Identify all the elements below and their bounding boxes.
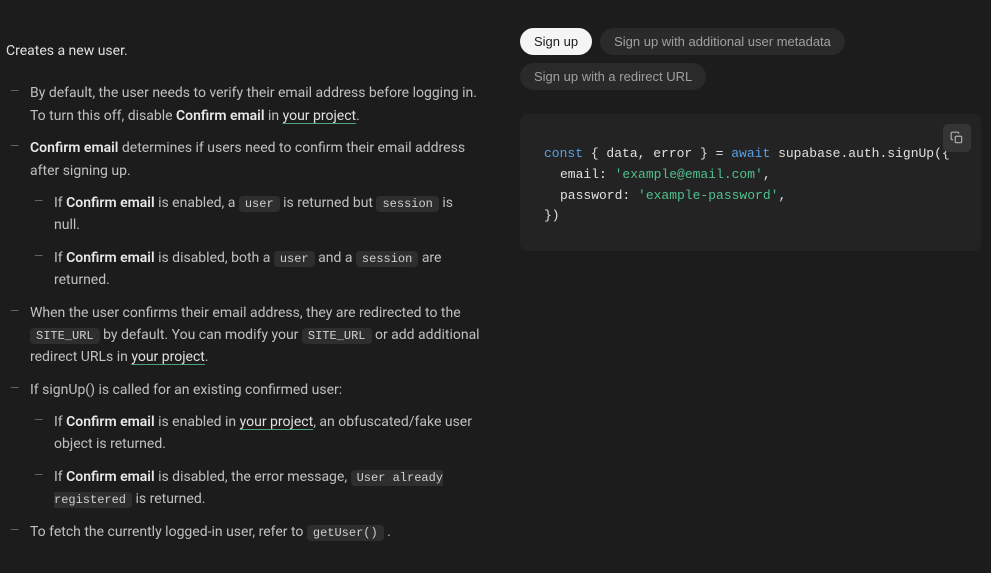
your-project-link[interactable]: your project xyxy=(131,349,205,365)
tab-sign-up-metadata[interactable]: Sign up with additional user metadata xyxy=(600,28,845,55)
list-item: If Confirm email is enabled in your proj… xyxy=(30,411,480,456)
code-site-url: SITE_URL xyxy=(302,328,372,344)
code-block: const { data, error } = await supabase.a… xyxy=(520,114,981,251)
list-item: If signUp() is called for an existing co… xyxy=(6,379,480,511)
list-item: By default, the user needs to verify the… xyxy=(6,82,480,127)
copy-icon xyxy=(950,131,964,145)
copy-button[interactable] xyxy=(943,124,971,152)
your-project-link[interactable]: your project xyxy=(283,108,357,124)
code-session: session xyxy=(376,196,438,212)
your-project-link[interactable]: your project xyxy=(240,414,314,430)
code-tabs: Sign up Sign up with additional user met… xyxy=(520,28,981,90)
list-item: To fetch the currently logged-in user, r… xyxy=(6,521,480,543)
code-site-url: SITE_URL xyxy=(30,328,100,344)
list-item: If Confirm email is enabled, a user is r… xyxy=(30,192,480,237)
list-item: If Confirm email is disabled, the error … xyxy=(30,466,480,511)
code-session: session xyxy=(356,251,418,267)
list-item: When the user confirms their email addre… xyxy=(6,302,480,369)
code-getuser: getUser() xyxy=(307,525,384,541)
code-user: user xyxy=(274,251,315,267)
list-item: If Confirm email is disabled, both a use… xyxy=(30,247,480,292)
doc-description: Creates a new user. By default, the user… xyxy=(0,0,480,573)
intro-text: Creates a new user. xyxy=(6,40,480,62)
tab-sign-up-redirect[interactable]: Sign up with a redirect URL xyxy=(520,63,706,90)
tab-sign-up[interactable]: Sign up xyxy=(520,28,592,55)
code-user: user xyxy=(239,196,280,212)
notes-list: By default, the user needs to verify the… xyxy=(6,82,480,543)
list-item: Confirm email determines if users need t… xyxy=(6,137,480,291)
code-content: const { data, error } = await supabase.a… xyxy=(544,144,957,227)
